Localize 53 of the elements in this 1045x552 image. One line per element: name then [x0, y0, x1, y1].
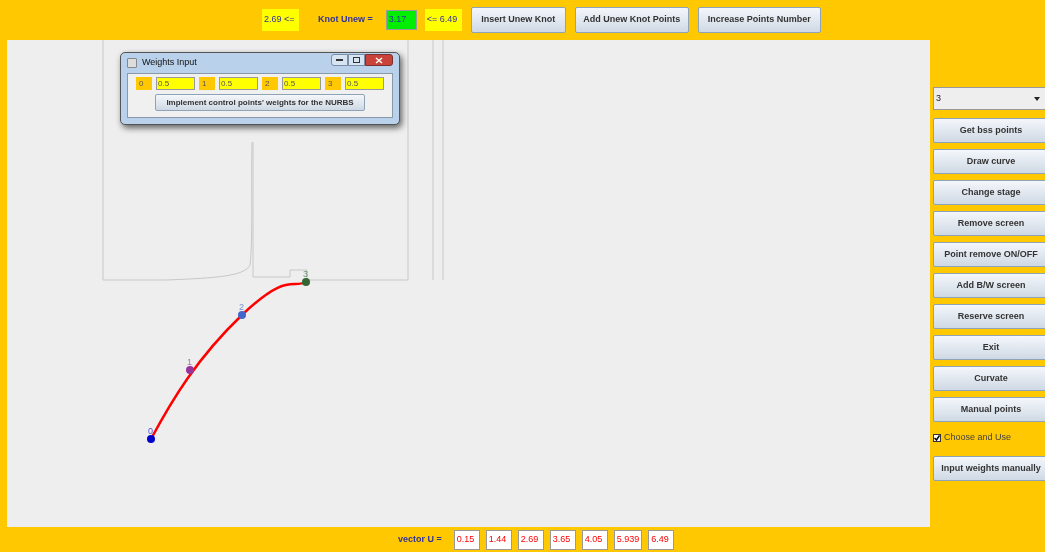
knot-value-field[interactable]: 3.17: [385, 10, 417, 30]
vector-field[interactable]: 2.69: [517, 529, 544, 550]
implement-weights-button[interactable]: Implement control points' weights for the NURBS: [155, 94, 365, 111]
side-button[interactable]: Input weights manually: [933, 456, 1045, 481]
side-button[interactable]: Draw curve: [933, 149, 1045, 174]
checkbox[interactable]: [933, 433, 941, 442]
weight-field[interactable]: 0.5: [219, 77, 258, 90]
toolbar-button[interactable]: Insert Unew Knot: [470, 7, 566, 33]
control-point[interactable]: [147, 435, 155, 443]
minimize-icon[interactable]: [331, 54, 348, 66]
weight-field[interactable]: 0.5: [345, 77, 384, 90]
dropdown-value: 3: [936, 91, 942, 105]
side-button[interactable]: Remove screen: [933, 211, 1045, 236]
control-point[interactable]: [238, 311, 246, 319]
caret-icon: [1034, 96, 1040, 101]
app-icon: [127, 58, 137, 68]
lower-bound-field: 2.69 <=: [262, 9, 299, 31]
weight-field[interactable]: 0.5: [282, 77, 321, 90]
weight-index: 3: [325, 77, 341, 90]
knot-label: Knot Unew =: [318, 13, 373, 27]
side-button[interactable]: Manual points: [933, 397, 1045, 422]
vector-label: vector U =: [398, 532, 442, 546]
side-button[interactable]: Get bss points: [933, 118, 1045, 143]
toolbar-button[interactable]: Increase Points Number: [697, 7, 821, 33]
dialog-title: Weights Input: [142, 56, 198, 70]
toolbar-button[interactable]: Add Unew Knot Points: [574, 7, 689, 33]
control-point[interactable]: [186, 366, 194, 374]
control-point[interactable]: [302, 278, 310, 286]
vector-field[interactable]: 4.05: [581, 529, 608, 550]
dropdown[interactable]: 3: [933, 87, 1045, 110]
side-button[interactable]: Change stage: [933, 180, 1045, 205]
point-label: 0: [148, 426, 153, 436]
weight-index: 2: [262, 77, 278, 90]
side-button[interactable]: Curvate: [933, 366, 1045, 391]
side-button[interactable]: Point remove ON/OFF: [933, 242, 1045, 267]
point-label: 1: [187, 357, 192, 367]
weight-index: 0: [136, 77, 152, 90]
weight-field[interactable]: 0.5: [156, 77, 195, 90]
vector-field[interactable]: 1.44: [485, 529, 512, 550]
vector-field[interactable]: 6.49: [648, 529, 675, 550]
side-button[interactable]: Add B/W screen: [933, 273, 1045, 298]
point-label: 2: [239, 302, 244, 312]
weight-index: 1: [199, 77, 215, 90]
point-label: 3: [303, 269, 308, 279]
checkbox-label: Choose and Use: [944, 430, 1012, 444]
vector-field[interactable]: 3.65: [549, 529, 576, 550]
close-icon[interactable]: [365, 54, 393, 66]
maximize-icon[interactable]: [348, 54, 365, 66]
upper-bound-field: <= 6.49: [424, 9, 462, 31]
vector-field[interactable]: 0.15: [453, 529, 480, 550]
side-button[interactable]: Exit: [933, 335, 1045, 360]
side-button[interactable]: Reserve screen: [933, 304, 1045, 329]
vector-field[interactable]: 5.939: [613, 529, 643, 550]
